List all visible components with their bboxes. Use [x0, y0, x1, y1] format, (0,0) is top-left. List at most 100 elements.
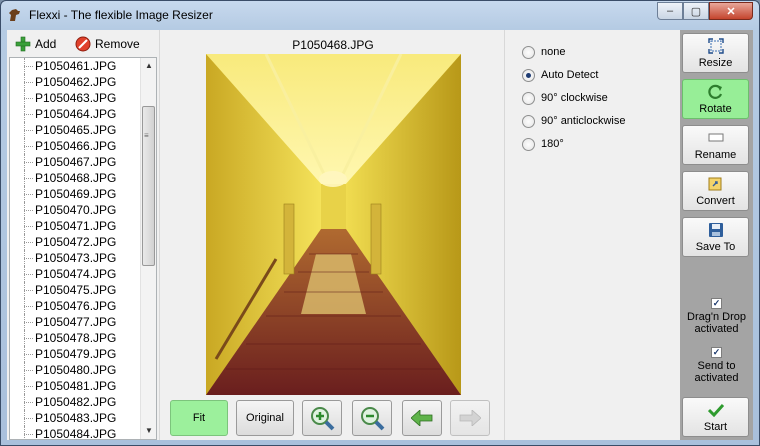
start-button[interactable]: Start — [682, 397, 749, 437]
file-list-item[interactable]: P1050484.JPG — [10, 426, 142, 439]
scroll-down-icon[interactable]: ▼ — [141, 423, 156, 439]
original-button[interactable]: Original — [236, 400, 294, 436]
rotate-options-panel: none Auto Detect 90° clockwise 90° anticloc… — [508, 30, 680, 440]
floppy-disk-icon — [707, 221, 725, 239]
send-to-checkbox[interactable]: ✓ — [711, 347, 722, 358]
radio-button[interactable] — [522, 45, 535, 59]
send-to-option[interactable]: ✓ Send to activated — [680, 347, 753, 384]
file-tree: P1050461.JPG P1050462.JPG P1050463.JPG P105… — [10, 58, 142, 439]
zoom-in-icon — [311, 407, 335, 431]
resize-button[interactable]: Resize — [682, 33, 749, 73]
rotate-option[interactable]: Auto Detect — [522, 67, 598, 83]
remove-label: Remove — [95, 37, 140, 51]
drag-drop-option[interactable]: ✓ Drag'n Drop activated — [680, 298, 753, 335]
file-list-item[interactable]: P1050470.JPG — [10, 202, 142, 218]
file-list-item[interactable]: P1050471.JPG — [10, 218, 142, 234]
rotate-option-label: Auto Detect — [541, 69, 599, 81]
file-list-item[interactable]: P1050463.JPG — [10, 90, 142, 106]
file-list-item[interactable]: P1050483.JPG — [10, 410, 142, 426]
preview-filename: P1050468.JPG — [292, 38, 374, 52]
radio-button[interactable] — [522, 91, 535, 105]
file-list[interactable]: P1050461.JPG P1050462.JPG P1050463.JPG P105… — [9, 57, 157, 440]
file-list-item[interactable]: P1050461.JPG — [10, 58, 142, 74]
preview-panel: P1050468.JPG Fit Original — [159, 30, 505, 440]
no-entry-icon — [75, 36, 91, 52]
file-list-item[interactable]: P1050472.JPG — [10, 234, 142, 250]
convert-button[interactable]: Convert — [682, 171, 749, 211]
file-list-item[interactable]: P1050481.JPG — [10, 378, 142, 394]
rotate-option-label: 180° — [541, 138, 564, 150]
plus-icon — [15, 36, 31, 52]
zoom-out-icon — [361, 407, 385, 431]
rotate-option[interactable]: 90° anticlockwise — [522, 113, 626, 129]
minimize-button[interactable]: – — [657, 2, 683, 20]
rename-button[interactable]: Rename — [682, 125, 749, 165]
arrow-left-icon — [411, 410, 433, 426]
add-label: Add — [35, 37, 57, 51]
file-list-item[interactable]: P1050482.JPG — [10, 394, 142, 410]
maximize-button[interactable]: ▢ — [683, 2, 709, 20]
rotate-option[interactable]: 90° clockwise — [522, 90, 608, 106]
start-label: Start — [703, 421, 728, 433]
preview-image — [206, 54, 461, 395]
scroll-thumb[interactable] — [142, 106, 155, 266]
file-list-item[interactable]: P1050465.JPG — [10, 122, 142, 138]
preview-controls: Fit Original — [166, 400, 502, 436]
title-bar[interactable]: Flexxi - The flexible Image Resizer – ▢ … — [1, 1, 759, 29]
rotate-option-label: none — [541, 46, 566, 58]
file-list-item[interactable]: P1050467.JPG — [10, 154, 142, 170]
arrow-right-icon — [459, 410, 481, 426]
drag-drop-label-1: Drag'n Drop — [687, 311, 746, 323]
file-list-item[interactable]: P1050480.JPG — [10, 362, 142, 378]
file-list-item[interactable]: P1050478.JPG — [10, 330, 142, 346]
file-list-item[interactable]: P1050462.JPG — [10, 74, 142, 90]
file-panel: Add Remove P1050461.JPG P1050462.JPG P1050… — [7, 30, 159, 440]
rotate-option[interactable]: none — [522, 44, 565, 60]
drag-drop-label-2: activated — [694, 323, 739, 335]
previous-image-button[interactable] — [402, 400, 442, 436]
window-title: Flexxi - The flexible Image Resizer — [29, 8, 213, 22]
fit-button[interactable]: Fit — [170, 400, 228, 436]
rename-label: Rename — [694, 149, 737, 161]
rotate-option-label: 90° clockwise — [541, 92, 608, 104]
rotate-option[interactable]: 180° — [522, 136, 564, 152]
file-list-scrollbar[interactable]: ▲ ≡ ▼ — [140, 58, 156, 439]
radio-button[interactable] — [522, 137, 535, 151]
radio-button[interactable] — [522, 114, 535, 128]
file-list-item[interactable]: P1050474.JPG — [10, 266, 142, 282]
rotate-icon — [707, 83, 725, 101]
file-list-item[interactable]: P1050477.JPG — [10, 314, 142, 330]
rotate-button[interactable]: Rotate — [682, 79, 749, 119]
send-to-label-1: Send to — [697, 360, 736, 372]
rotate-label: Rotate — [699, 103, 732, 115]
scroll-grip-icon: ≡ — [144, 131, 149, 140]
convert-icon — [707, 175, 725, 193]
resize-label: Resize — [698, 57, 733, 69]
resize-icon — [707, 37, 725, 55]
remove-button[interactable]: Remove — [75, 33, 140, 55]
save-to-button[interactable]: Save To — [682, 217, 749, 257]
file-list-item[interactable]: P1050468.JPG — [10, 170, 142, 186]
horse-app-icon — [9, 9, 20, 21]
convert-label: Convert — [696, 195, 735, 207]
next-image-button[interactable] — [450, 400, 490, 436]
file-list-item[interactable]: P1050473.JPG — [10, 250, 142, 266]
file-list-item[interactable]: P1050464.JPG — [10, 106, 142, 122]
rename-icon — [707, 129, 725, 147]
file-list-item[interactable]: P1050479.JPG — [10, 346, 142, 362]
add-button[interactable]: Add — [15, 33, 56, 55]
radio-button[interactable] — [522, 68, 535, 82]
drag-drop-checkbox[interactable]: ✓ — [711, 298, 722, 309]
save-to-label: Save To — [695, 241, 736, 253]
zoom-out-button[interactable] — [352, 400, 392, 436]
send-to-label-2: activated — [694, 372, 739, 384]
file-list-item[interactable]: P1050476.JPG — [10, 298, 142, 314]
file-list-item[interactable]: P1050466.JPG — [10, 138, 142, 154]
file-list-item[interactable]: P1050469.JPG — [10, 186, 142, 202]
file-list-item[interactable]: P1050475.JPG — [10, 282, 142, 298]
client-area: Add Remove P1050461.JPG P1050462.JPG P1050… — [7, 30, 753, 440]
app-window: Flexxi - The flexible Image Resizer – ▢ … — [0, 0, 760, 446]
zoom-in-button[interactable] — [302, 400, 342, 436]
scroll-up-icon[interactable]: ▲ — [141, 58, 156, 74]
close-button[interactable]: ✕ — [709, 2, 753, 20]
